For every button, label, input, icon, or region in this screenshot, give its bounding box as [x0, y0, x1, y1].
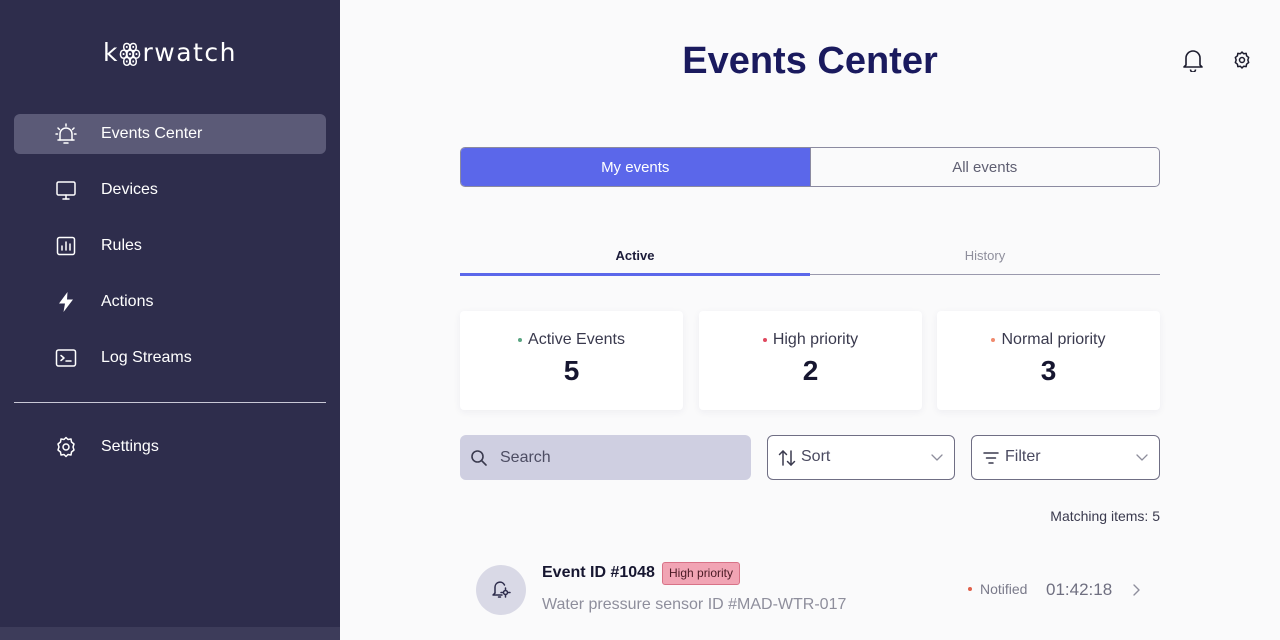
terminal-icon [54, 346, 78, 370]
tab-active[interactable]: Active [460, 236, 810, 276]
stat-label: Active Events [528, 331, 625, 348]
event-status: Notified [968, 581, 1027, 597]
stat-label: High priority [772, 331, 859, 348]
lightning-icon [54, 290, 78, 314]
alarm-bell-icon [54, 122, 78, 146]
event-avatar [476, 565, 526, 615]
sidebar-item-rules[interactable]: Rules [14, 226, 326, 266]
app-logo[interactable]: kꙮrwatch [0, 38, 340, 67]
monitor-icon [54, 178, 78, 202]
status-label: Notified [980, 581, 1028, 597]
sidebar-item-log-streams[interactable]: Log Streams [14, 338, 326, 378]
gear-icon [54, 435, 78, 459]
page-title: Events Center [682, 40, 938, 82]
events-tabs: Active History [460, 236, 1160, 276]
sidebar-item-label: Settings [101, 438, 159, 455]
chevron-down-icon [930, 450, 944, 464]
filter-icon [980, 447, 1002, 469]
stat-value: 2 [802, 355, 819, 386]
events-scope-toggle: My events All events [460, 147, 1160, 187]
filter-label: Filter [1005, 448, 1041, 465]
sort-label: Sort [801, 448, 831, 465]
stat-value: 5 [563, 355, 580, 386]
sidebar-item-events-center[interactable]: Events Center [14, 114, 326, 154]
matching-count: Matching items: 5 [1050, 508, 1160, 524]
status-dot [968, 587, 972, 591]
stat-card-active-events: Active Events 5 [460, 311, 683, 410]
tab-history[interactable]: History [810, 236, 1160, 274]
status-dot [991, 338, 996, 342]
sidebar-item-label: Log Streams [101, 349, 192, 366]
all-events-button[interactable]: All events [811, 148, 1160, 186]
search-box [460, 435, 751, 480]
my-events-button[interactable]: My events [461, 148, 810, 186]
status-dot [518, 338, 523, 342]
sidebar: kꙮrwatch Events Center Devices Rules Act… [0, 0, 340, 640]
search-input[interactable] [500, 435, 740, 480]
sidebar-divider [14, 402, 326, 403]
sidebar-item-label: Events Center [101, 125, 203, 142]
sidebar-item-settings[interactable]: Settings [14, 427, 326, 467]
sidebar-footer [0, 627, 340, 640]
event-time: 01:42:18 [1046, 580, 1113, 599]
stat-label: Normal priority [1001, 331, 1106, 348]
event-description: Water pressure sensor ID #MAD-WTR-017 [542, 596, 847, 613]
bar-chart-icon [54, 234, 78, 258]
sort-arrows-icon [776, 447, 798, 469]
sidebar-item-actions[interactable]: Actions [14, 282, 326, 322]
sort-dropdown[interactable]: Sort [767, 435, 955, 480]
chevron-right-icon[interactable] [1130, 583, 1142, 597]
alert-gear-icon [489, 576, 513, 605]
priority-badge: High priority [662, 562, 741, 585]
sidebar-item-label: Rules [101, 237, 142, 254]
filter-dropdown[interactable]: Filter [971, 435, 1160, 480]
stat-card-high-priority: High priority 2 [699, 311, 922, 410]
stat-value: 3 [1040, 355, 1057, 386]
sidebar-item-devices[interactable]: Devices [14, 170, 326, 210]
stat-card-normal-priority: Normal priority 3 [937, 311, 1160, 410]
status-dot [762, 338, 767, 342]
chevron-down-icon [1135, 450, 1149, 464]
gear-icon[interactable] [1230, 48, 1254, 72]
sidebar-item-label: Actions [101, 293, 154, 310]
event-id: Event ID #1048 [542, 564, 655, 581]
sidebar-item-label: Devices [101, 181, 158, 198]
search-icon [468, 447, 490, 469]
bell-icon[interactable] [1181, 48, 1205, 72]
event-list-item[interactable]: Event ID #1048 High priority Water press… [460, 552, 1160, 628]
